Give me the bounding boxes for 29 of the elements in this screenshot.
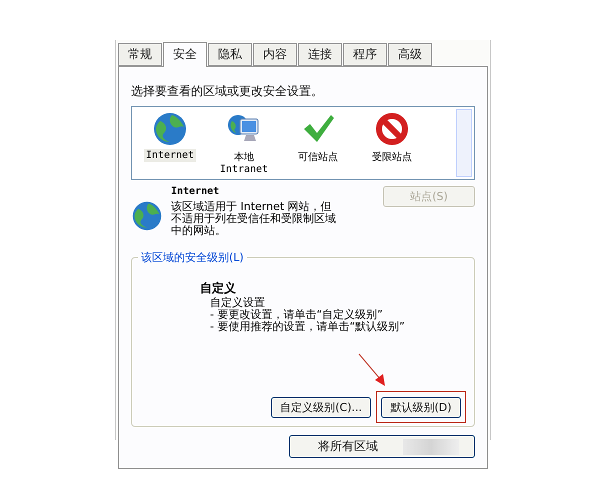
zone-item[interactable]: 受限站点 (370, 149, 414, 165)
globe-icon (131, 200, 163, 232)
tab[interactable]: 程序 (343, 43, 387, 66)
group-label: 该区域的安全级别(L) (138, 250, 247, 265)
zone-title: Internet (171, 186, 220, 197)
globe-icon (152, 111, 188, 147)
tab[interactable]: 高级 (388, 43, 432, 66)
level-button[interactable]: 自定义级别(C)... (271, 397, 371, 418)
zone-item[interactable]: Internet (144, 149, 196, 162)
tab[interactable]: 安全 (163, 42, 207, 67)
zone-item[interactable]: 可信站点 (296, 149, 340, 165)
prohibited-icon (374, 111, 410, 147)
zone-description: 该区域适用于 Internet 网站，但 (171, 201, 333, 213)
tab[interactable]: 连接 (298, 43, 342, 66)
level-button[interactable]: 默认级别(D) (381, 397, 461, 418)
tab[interactable]: 常规 (118, 43, 162, 66)
zone-description: 中的网站。 (171, 225, 227, 237)
instruction-text: 选择要查看的区域或更改安全设置。 (131, 83, 324, 100)
level-description: - 要更改设置，请单击“自定义级别” (210, 309, 384, 321)
level-name: 自定义 (200, 280, 237, 296)
blur-patch (403, 439, 459, 455)
level-description: - 要使用推荐的设置，请单击“默认级别” (210, 321, 406, 333)
tab[interactable]: 隐私 (208, 43, 252, 66)
level-description: 自定义设置 (210, 297, 266, 309)
zone-item[interactable]: 本地 Intranet (218, 149, 270, 176)
tab[interactable]: 内容 (253, 43, 297, 66)
scrollbar[interactable] (456, 109, 472, 177)
arrow-annotation (357, 352, 387, 388)
zone-description: 不适用于列在受信任和受限制区域 (171, 213, 337, 225)
